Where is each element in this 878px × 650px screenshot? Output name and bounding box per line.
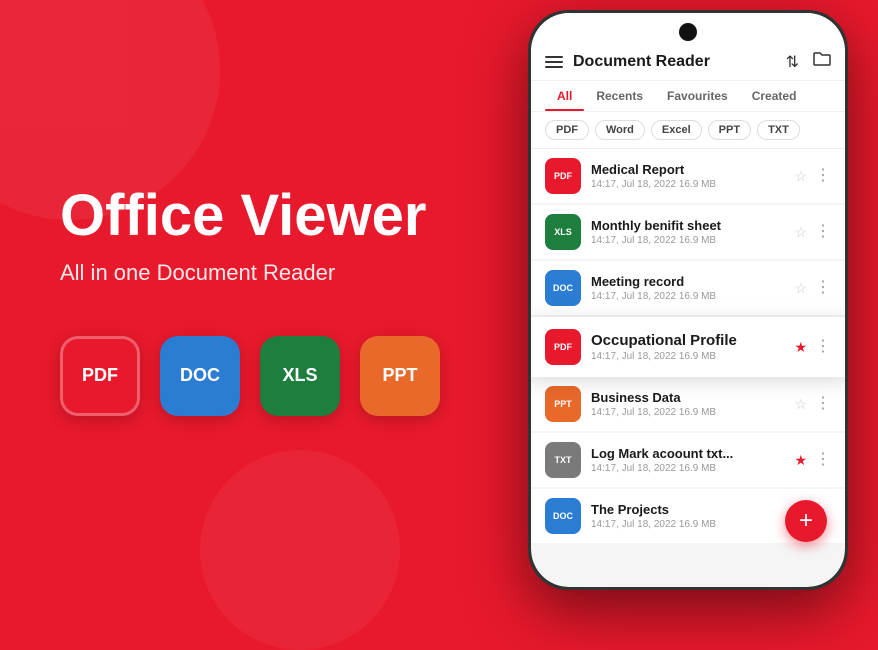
star-icon[interactable]: ★ <box>794 339 807 356</box>
file-type-icon: PPT <box>545 386 581 422</box>
file-actions: ★ ⋮ <box>794 339 831 356</box>
file-actions: ☆ ⋮ <box>794 224 831 241</box>
subtitle: All in one Document Reader <box>60 260 480 286</box>
file-item[interactable]: PDF Medical Report 14:17, Jul 18, 2022 1… <box>531 149 845 203</box>
file-item[interactable]: XLS Monthly benifit sheet 14:17, Jul 18,… <box>531 205 845 259</box>
chip-word[interactable]: Word <box>595 120 645 140</box>
file-actions: ☆ ⋮ <box>794 396 831 413</box>
tab-created[interactable]: Created <box>740 81 809 111</box>
file-name: Log Mark acoount txt... <box>591 446 784 461</box>
sort-icon[interactable]: ⇅ <box>786 52 799 72</box>
star-icon[interactable]: ☆ <box>794 168 807 185</box>
file-type-icon: TXT <box>545 442 581 478</box>
chip-pdf[interactable]: PDF <box>545 120 589 140</box>
file-actions: ☆ ⋮ <box>794 168 831 185</box>
tab-all[interactable]: All <box>545 81 584 111</box>
add-button[interactable]: + <box>785 500 827 542</box>
file-info: Meeting record 14:17, Jul 18, 2022 16.9 … <box>591 274 784 302</box>
more-icon[interactable]: ⋮ <box>815 224 831 240</box>
file-name: Medical Report <box>591 162 784 177</box>
left-panel: Office Viewer All in one Document Reader… <box>0 0 480 600</box>
file-item[interactable]: PPT Business Data 14:17, Jul 18, 2022 16… <box>531 377 845 431</box>
app-title: Document Reader <box>573 53 710 71</box>
phone-screen: Document Reader ⇅ All Recents Favourites… <box>531 13 845 587</box>
file-type-icon: PDF <box>545 329 581 365</box>
file-meta: 14:17, Jul 18, 2022 16.9 MB <box>591 351 784 362</box>
file-info: The Projects 14:17, Jul 18, 2022 16.9 MB <box>591 502 784 530</box>
file-type-icon: XLS <box>545 214 581 250</box>
file-info: Occupational Profile 14:17, Jul 18, 2022… <box>591 332 784 362</box>
file-actions: ★ ⋮ <box>794 452 831 469</box>
star-icon[interactable]: ☆ <box>794 280 807 297</box>
file-name: Meeting record <box>591 274 784 289</box>
star-icon[interactable]: ☆ <box>794 396 807 413</box>
main-title: Office Viewer <box>60 184 480 248</box>
phone-container: Document Reader ⇅ All Recents Favourites… <box>518 10 858 600</box>
file-meta: 14:17, Jul 18, 2022 16.9 MB <box>591 291 784 302</box>
pdf-icon: PDF <box>60 336 140 416</box>
format-icons-row: PDF DOC XLS PPT <box>60 336 480 416</box>
file-name: The Projects <box>591 502 784 517</box>
header-actions: ⇅ <box>786 51 831 72</box>
file-type-icon: PDF <box>545 158 581 194</box>
file-type-icon: DOC <box>545 270 581 306</box>
star-icon[interactable]: ★ <box>794 452 807 469</box>
header-left: Document Reader <box>545 53 710 71</box>
phone-camera <box>679 23 697 41</box>
chip-txt[interactable]: TXT <box>757 120 800 140</box>
plus-icon: + <box>799 509 813 533</box>
file-info: Medical Report 14:17, Jul 18, 2022 16.9 … <box>591 162 784 190</box>
more-icon[interactable]: ⋮ <box>815 339 831 355</box>
file-meta: 14:17, Jul 18, 2022 16.9 MB <box>591 463 784 474</box>
file-name: Monthly benifit sheet <box>591 218 784 233</box>
ppt-icon: PPT <box>360 336 440 416</box>
menu-icon[interactable] <box>545 56 563 68</box>
tab-favourites[interactable]: Favourites <box>655 81 740 111</box>
file-item[interactable]: TXT Log Mark acoount txt... 14:17, Jul 1… <box>531 433 845 487</box>
more-icon[interactable]: ⋮ <box>815 168 831 184</box>
xls-icon: XLS <box>260 336 340 416</box>
more-icon[interactable]: ⋮ <box>815 396 831 412</box>
file-info: Monthly benifit sheet 14:17, Jul 18, 202… <box>591 218 784 246</box>
file-meta: 14:17, Jul 18, 2022 16.9 MB <box>591 179 784 190</box>
tab-recents[interactable]: Recents <box>584 81 655 111</box>
file-list: PDF Medical Report 14:17, Jul 18, 2022 1… <box>531 149 845 545</box>
tabs-row: All Recents Favourites Created <box>531 81 845 112</box>
chip-excel[interactable]: Excel <box>651 120 702 140</box>
chip-ppt[interactable]: PPT <box>708 120 751 140</box>
file-info: Log Mark acoount txt... 14:17, Jul 18, 2… <box>591 446 784 474</box>
file-meta: 14:17, Jul 18, 2022 16.9 MB <box>591 235 784 246</box>
file-meta: 14:17, Jul 18, 2022 16.9 MB <box>591 519 784 530</box>
file-meta: 14:17, Jul 18, 2022 16.9 MB <box>591 407 784 418</box>
file-actions: ☆ ⋮ <box>794 280 831 297</box>
file-type-icon: DOC <box>545 498 581 534</box>
file-info: Business Data 14:17, Jul 18, 2022 16.9 M… <box>591 390 784 418</box>
file-item-highlighted[interactable]: PDF Occupational Profile 14:17, Jul 18, … <box>531 317 845 377</box>
more-icon[interactable]: ⋮ <box>815 280 831 296</box>
star-icon[interactable]: ☆ <box>794 224 807 241</box>
more-icon[interactable]: ⋮ <box>815 452 831 468</box>
doc-icon: DOC <box>160 336 240 416</box>
phone-device: Document Reader ⇅ All Recents Favourites… <box>528 10 848 590</box>
filter-row: PDF Word Excel PPT TXT <box>531 112 845 149</box>
file-item[interactable]: DOC Meeting record 14:17, Jul 18, 2022 1… <box>531 261 845 315</box>
folder-icon[interactable] <box>813 51 831 72</box>
file-name: Occupational Profile <box>591 332 784 349</box>
file-name: Business Data <box>591 390 784 405</box>
